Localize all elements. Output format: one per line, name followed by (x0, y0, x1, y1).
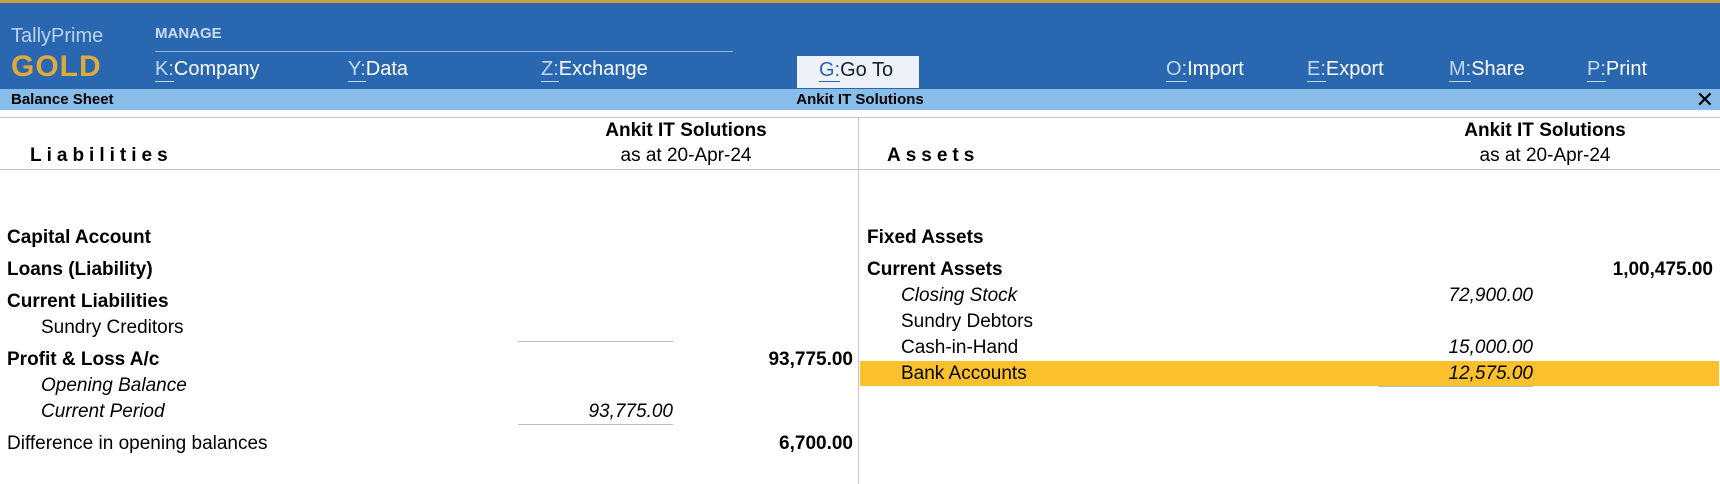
report-company: Ankit IT Solutions (796, 91, 924, 108)
difference-opening-balances[interactable]: Difference in opening balances (7, 433, 268, 455)
sundry-debtors[interactable]: Sundry Debtors (901, 311, 1033, 333)
loans-liability[interactable]: Loans (Liability) (7, 259, 153, 281)
current-liabilities[interactable]: Current Liabilities (7, 291, 169, 313)
bank-accounts-underline (1378, 386, 1533, 387)
goto-key: G: (819, 59, 841, 82)
current-period-underline (518, 424, 673, 425)
column-divider (858, 117, 859, 484)
goto-button[interactable]: G:Go To (797, 56, 919, 88)
profit-loss-account[interactable]: Profit & Loss A/c (7, 349, 159, 371)
opening-balance[interactable]: Opening Balance (41, 375, 187, 397)
sundry-creditors[interactable]: Sundry Creditors (41, 317, 184, 339)
liabilities-title: Liabilities (30, 145, 173, 166)
difference-value: 6,700.00 (779, 433, 853, 454)
menu-data[interactable]: Y:Data (348, 58, 409, 82)
menu-export-label: Export (1325, 58, 1384, 80)
closing-stock[interactable]: Closing Stock (901, 285, 1017, 307)
top-menu-bar: TallyPrime GOLD MANAGE K:Company Y:Data … (0, 0, 1720, 89)
header-top-line (0, 117, 1720, 118)
menu-data-label: Data (365, 58, 409, 80)
brand-tier: GOLD (11, 50, 102, 83)
capital-account[interactable]: Capital Account (7, 227, 151, 249)
menu-import[interactable]: O:Import (1166, 58, 1244, 82)
assets-company: Ankit IT Solutions (1464, 120, 1626, 141)
menu-company[interactable]: K:Company (155, 58, 260, 82)
closing-stock-value: 72,900.00 (1448, 285, 1533, 306)
menu-print[interactable]: P:Print (1587, 58, 1648, 82)
current-assets[interactable]: Current Assets (867, 259, 1003, 281)
current-period-value: 93,775.00 (588, 401, 673, 422)
menu-data-key: Y: (348, 58, 366, 82)
menu-share-key: M: (1449, 58, 1472, 82)
profit-loss-total: 93,775.00 (768, 349, 853, 370)
close-icon[interactable]: ✕ (1696, 87, 1714, 113)
menu-import-key: O: (1166, 58, 1188, 82)
manage-label: MANAGE (155, 25, 222, 42)
menu-company-label: Company (173, 58, 260, 80)
bank-accounts[interactable]: Bank Accounts (901, 363, 1027, 385)
current-period[interactable]: Current Period (41, 401, 165, 423)
header-bottom-line (0, 169, 1720, 170)
menu-print-label: Print (1605, 58, 1648, 80)
sundry-creditors-underline (518, 341, 673, 342)
menu-export[interactable]: E:Export (1307, 58, 1384, 82)
menu-share[interactable]: M:Share (1449, 58, 1525, 82)
report-title-strip: Balance Sheet Ankit IT Solutions ✕ (0, 87, 1720, 113)
menu-exchange[interactable]: Z:Exchange (541, 58, 648, 82)
goto-label: Go To (840, 59, 894, 81)
assets-title: Assets (887, 145, 980, 166)
menu-company-key: K: (155, 58, 174, 82)
current-assets-total: 1,00,475.00 (1612, 259, 1713, 280)
menu-export-key: E: (1307, 58, 1326, 82)
menu-share-label: Share (1471, 58, 1525, 80)
liabilities-date: as at 20-Apr-24 (620, 145, 752, 166)
menu-print-key: P: (1587, 58, 1606, 82)
fixed-assets[interactable]: Fixed Assets (867, 227, 984, 249)
assets-date: as at 20-Apr-24 (1479, 145, 1611, 166)
menu-exchange-label: Exchange (558, 58, 648, 80)
menu-import-label: Import (1187, 58, 1244, 80)
cash-in-hand-value: 15,000.00 (1448, 337, 1533, 358)
cash-in-hand[interactable]: Cash-in-Hand (901, 337, 1018, 359)
bank-accounts-value: 12,575.00 (1448, 363, 1533, 384)
menu-exchange-key: Z: (541, 58, 559, 82)
brand-name: TallyPrime (11, 25, 104, 47)
liabilities-company: Ankit IT Solutions (605, 120, 767, 141)
manage-divider (155, 51, 733, 52)
